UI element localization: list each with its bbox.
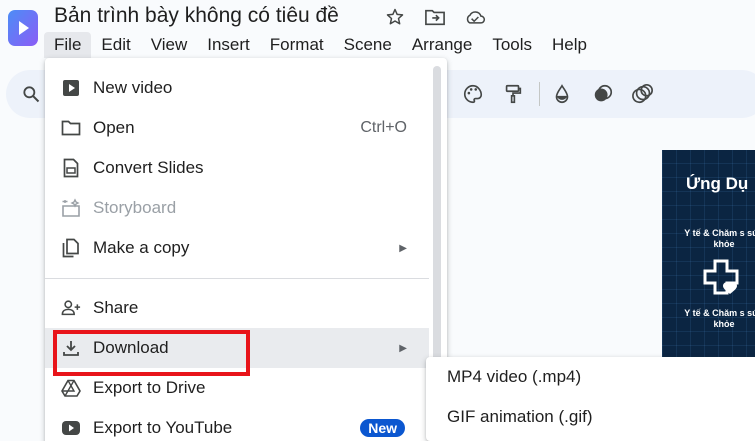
menu-edit[interactable]: Edit — [91, 32, 140, 58]
menu-help[interactable]: Help — [542, 32, 597, 58]
file-menu: New video Open Ctrl+O Convert Slides Sto… — [45, 58, 447, 441]
annotation-highlight-box — [53, 330, 250, 376]
menu-scene[interactable]: Scene — [334, 32, 402, 58]
menu-format[interactable]: Format — [260, 32, 334, 58]
submenu-item-label: GIF animation (.gif) — [447, 407, 593, 426]
menu-item-share[interactable]: Share — [45, 288, 429, 328]
menu-item-make-a-copy[interactable]: Make a copy ▶ — [45, 228, 429, 268]
move-to-folder-icon[interactable] — [424, 6, 446, 28]
slides-icon — [61, 158, 81, 178]
menu-item-label: Share — [93, 298, 139, 317]
effects-icon[interactable] — [631, 82, 655, 106]
medical-cross-icon — [700, 256, 744, 300]
slide-heading: Ứng Dụ — [686, 174, 749, 193]
menu-item-open[interactable]: Open Ctrl+O — [45, 108, 429, 148]
share-person-icon — [61, 298, 81, 318]
menu-item-export-to-youtube[interactable]: Export to YouTube New — [45, 408, 429, 441]
menu-item-new-video[interactable]: New video — [45, 68, 429, 108]
drive-icon — [61, 378, 81, 398]
slide-preview[interactable]: Ứng Dụ Y tế & Chăm s sức khỏe Y tế & Chă… — [662, 150, 755, 360]
menu-item-label: Export to YouTube — [93, 418, 233, 437]
submenu-arrow-icon: ▶ — [399, 342, 407, 354]
folder-icon — [61, 118, 81, 138]
download-submenu: MP4 video (.mp4) GIF animation (.gif) — [426, 357, 755, 441]
menu-item-label: Make a copy — [93, 238, 190, 257]
palette-icon[interactable] — [461, 82, 485, 106]
search-icon[interactable] — [19, 82, 43, 106]
cloud-status-icon[interactable] — [464, 6, 486, 28]
submenu-arrow-icon: ▶ — [399, 242, 407, 254]
fill-color-icon[interactable] — [550, 82, 574, 106]
border-icon[interactable] — [591, 82, 615, 106]
menu-tools[interactable]: Tools — [482, 32, 542, 58]
submenu-item-mp4[interactable]: MP4 video (.mp4) — [426, 357, 755, 397]
new-badge: New — [360, 419, 405, 437]
shortcut-label: Ctrl+O — [360, 119, 407, 136]
menu-item-label: Storyboard — [93, 198, 177, 217]
vids-logo-icon[interactable] — [8, 10, 38, 46]
menu-file[interactable]: File — [44, 32, 92, 58]
storyboard-icon — [61, 198, 81, 218]
star-icon[interactable] — [384, 6, 406, 28]
menu-item-convert-slides[interactable]: Convert Slides — [45, 148, 429, 188]
menu-view[interactable]: View — [141, 32, 198, 58]
copy-icon — [61, 238, 81, 258]
slide-caption-bottom: Y tế & Chăm s sức khỏe — [684, 308, 755, 329]
menu-item-label: New video — [93, 78, 173, 97]
menu-item-label: Open — [93, 118, 135, 137]
menu-item-storyboard: Storyboard — [45, 188, 429, 228]
paint-format-icon[interactable] — [501, 82, 525, 106]
menu-arrange[interactable]: Arrange — [402, 32, 482, 58]
video-icon — [61, 78, 81, 98]
menu-insert[interactable]: Insert — [197, 32, 260, 58]
document-title[interactable]: Bản trình bày không có tiêu đề — [54, 4, 339, 28]
submenu-item-gif[interactable]: GIF animation (.gif) — [426, 397, 755, 437]
menu-item-label: Export to Drive — [93, 378, 206, 397]
menu-item-label: Convert Slides — [93, 158, 204, 177]
submenu-item-label: MP4 video (.mp4) — [447, 367, 582, 386]
menu-divider — [45, 278, 429, 279]
youtube-icon — [61, 418, 81, 438]
toolbar-divider — [539, 82, 540, 106]
slide-caption-top: Y tế & Chăm s sức khỏe — [684, 228, 755, 249]
menu-bar: File Edit View Insert Format Scene Arran… — [44, 32, 597, 58]
